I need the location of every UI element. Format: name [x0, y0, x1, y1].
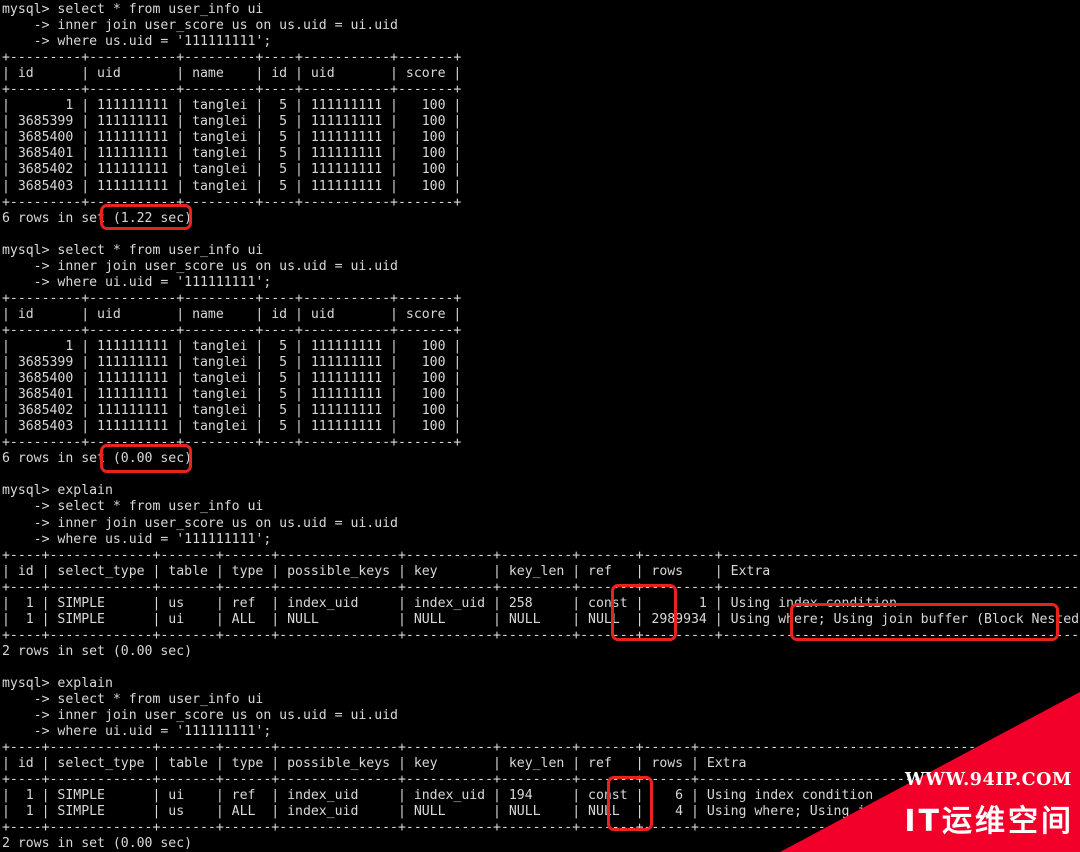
terminal-line: | 3685401 | 111111111 | tanglei | 5 | 11…: [2, 387, 462, 403]
terminal-line: +---------+-----------+---------+----+--…: [2, 82, 462, 98]
terminal-line: | 3685402 | 111111111 | tanglei | 5 | 11…: [2, 162, 462, 178]
terminal-line: | id | uid | name | id | uid | score |: [2, 66, 462, 82]
terminal-line: | 3685403 | 111111111 | tanglei | 5 | 11…: [2, 419, 462, 435]
terminal-line: 6 rows in set (1.22 sec): [2, 210, 193, 226]
terminal-line: -> where us.uid = '111111111';: [2, 531, 272, 547]
terminal-line: +----+-------------+-------+------+-----…: [2, 579, 1080, 595]
terminal-line: -> inner join user_score us on us.uid = …: [2, 515, 398, 531]
terminal-line: 2 rows in set (0.00 sec): [2, 643, 193, 659]
terminal-line: 6 rows in set (0.00 sec): [2, 451, 193, 467]
terminal-line: +---------+-----------+---------+----+--…: [2, 194, 462, 210]
terminal-line: -> select * from user_info ui: [2, 499, 264, 515]
terminal-line: -> inner join user_score us on us.uid = …: [2, 708, 398, 724]
terminal-line: | 3685403 | 111111111 | tanglei | 5 | 11…: [2, 178, 462, 194]
terminal-line: +----+-------------+-------+------+-----…: [2, 740, 1080, 756]
terminal-line: | 1 | SIMPLE | ui | ALL | NULL | NULL | …: [2, 611, 1080, 627]
terminal-line: mysql> select * from user_info ui: [2, 242, 264, 258]
terminal-line: -> select * from user_info ui: [2, 692, 264, 708]
terminal-output[interactable]: mysql> select * from user_info ui -> inn…: [0, 0, 1080, 852]
terminal-line: -> where ui.uid = '111111111';: [2, 274, 272, 290]
terminal-line: mysql> select * from user_info ui: [2, 2, 264, 17]
terminal-line: +----+-------------+-------+------+-----…: [2, 772, 1080, 788]
terminal-line: mysql> explain: [2, 675, 113, 691]
terminal-line: | 3685400 | 111111111 | tanglei | 5 | 11…: [2, 130, 462, 146]
terminal-line: +---------+-----------+---------+----+--…: [2, 290, 462, 306]
terminal-line: -> where us.uid = '111111111';: [2, 34, 272, 50]
terminal-line: | id | select_type | table | type | poss…: [2, 563, 1080, 579]
terminal-line: +----+-------------+-------+------+-----…: [2, 547, 1080, 563]
terminal-line: 2 rows in set (0.00 sec): [2, 836, 193, 852]
terminal-line: | 1 | SIMPLE | us | ref | index_uid | in…: [2, 595, 1080, 611]
terminal-line: +---------+-----------+---------+----+--…: [2, 50, 462, 66]
terminal-line: | 3685402 | 111111111 | tanglei | 5 | 11…: [2, 403, 462, 419]
terminal-line: +---------+-----------+---------+----+--…: [2, 435, 462, 451]
terminal-line: | 3685400 | 111111111 | tanglei | 5 | 11…: [2, 371, 462, 387]
terminal-line: | 1 | 111111111 | tanglei | 5 | 11111111…: [2, 338, 462, 354]
terminal-line: | 1 | SIMPLE | ui | ref | index_uid | in…: [2, 788, 1080, 804]
terminal-line: | 3685399 | 111111111 | tanglei | 5 | 11…: [2, 355, 462, 371]
terminal-line: +----+-------------+-------+------+-----…: [2, 820, 1080, 836]
terminal-line: | id | select_type | table | type | poss…: [2, 756, 1080, 772]
terminal-line: -> where ui.uid = '111111111';: [2, 724, 272, 740]
terminal-line: | id | uid | name | id | uid | score |: [2, 306, 462, 322]
terminal-line: | 1 | 111111111 | tanglei | 5 | 11111111…: [2, 98, 462, 114]
terminal-line: +----+-------------+-------+------+-----…: [2, 627, 1080, 643]
terminal-screenshot: mysql> select * from user_info ui -> inn…: [0, 0, 1080, 852]
terminal-line: -> inner join user_score us on us.uid = …: [2, 258, 398, 274]
terminal-line: | 3685399 | 111111111 | tanglei | 5 | 11…: [2, 114, 462, 130]
terminal-line: | 3685401 | 111111111 | tanglei | 5 | 11…: [2, 146, 462, 162]
terminal-line: mysql> explain: [2, 483, 113, 499]
terminal-line: -> inner join user_score us on us.uid = …: [2, 18, 398, 34]
terminal-line: +---------+-----------+---------+----+--…: [2, 322, 462, 338]
terminal-line: | 1 | SIMPLE | us | ALL | index_uid | NU…: [2, 804, 1080, 820]
